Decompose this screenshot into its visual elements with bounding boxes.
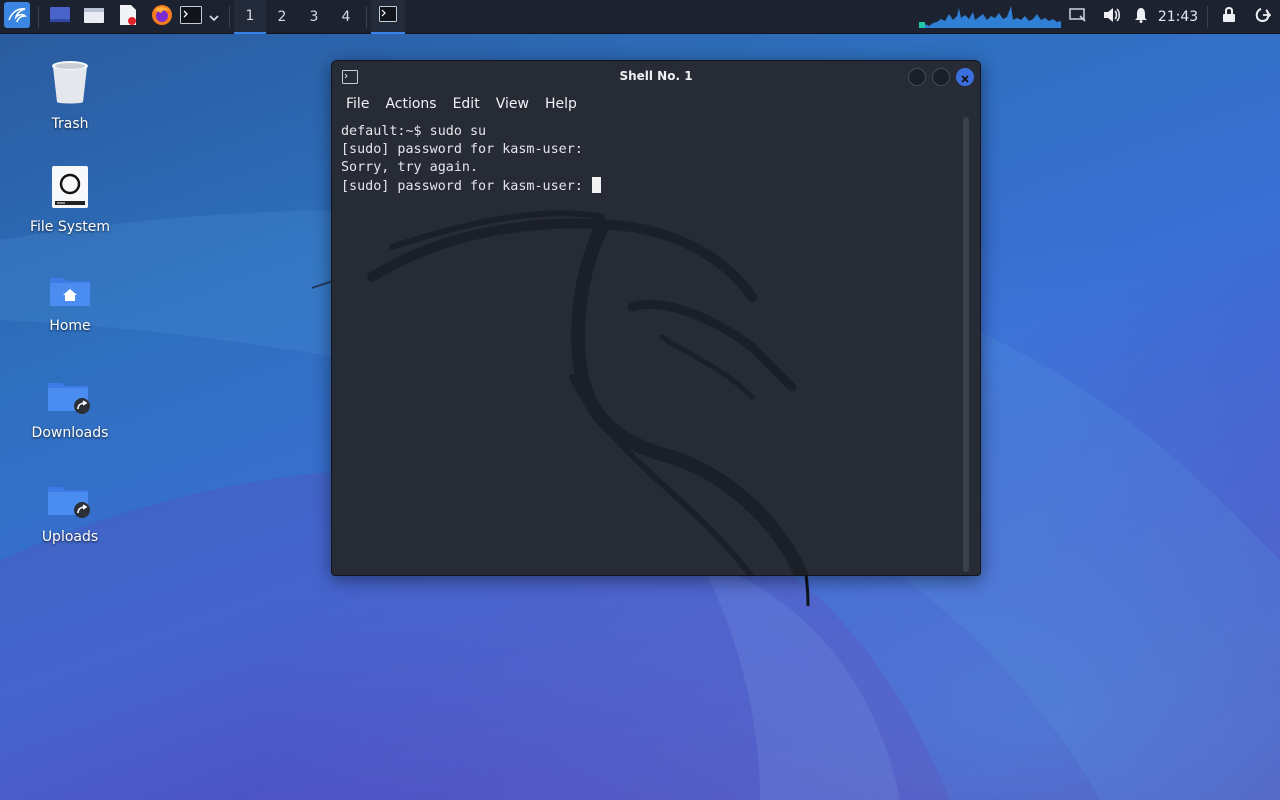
- maximize-button[interactable]: [932, 68, 950, 86]
- terminal-line: default:~$ sudo su: [341, 124, 487, 139]
- text-editor-button[interactable]: [111, 0, 145, 34]
- minimize-button[interactable]: [908, 68, 926, 86]
- file-manager-button[interactable]: [77, 0, 111, 34]
- workspace-2-button[interactable]: 2: [266, 0, 298, 34]
- folder-link-icon: [46, 377, 94, 419]
- desktop-icon-home[interactable]: Home: [20, 272, 120, 334]
- workspace-1-button[interactable]: 1: [234, 0, 266, 34]
- desktop-icon-label: Downloads: [31, 425, 109, 441]
- desktop-icon-label: Trash: [51, 116, 89, 132]
- workspace-3-button[interactable]: 3: [298, 0, 330, 34]
- running-terminal-task[interactable]: [371, 0, 405, 34]
- taskbar-separator: [366, 5, 367, 28]
- taskbar-separator: [229, 5, 230, 28]
- desktop-icon-label: Uploads: [41, 529, 99, 545]
- terminal-line: Sorry, try again.: [341, 160, 479, 175]
- window-title: Shell No. 1: [619, 69, 693, 83]
- volume-icon: [1103, 7, 1121, 27]
- trash-icon: [50, 60, 90, 110]
- lock-screen-button[interactable]: [1212, 0, 1246, 34]
- kali-dragon-icon: [4, 1, 30, 32]
- terminal-line: [sudo] password for kasm-user:: [341, 142, 583, 157]
- menu-view[interactable]: View: [488, 96, 537, 112]
- desktop-icon-label: Home: [49, 318, 91, 334]
- terminal-output[interactable]: default:~$ sudo su [sudo] password for k…: [341, 123, 601, 196]
- terminal-prompt-line: [sudo] password for kasm-user:: [341, 177, 601, 196]
- text-editor-icon: [118, 4, 138, 30]
- terminal-prompt-text: [sudo] password for kasm-user:: [341, 179, 591, 194]
- menu-actions[interactable]: Actions: [377, 96, 444, 112]
- menubar: File Actions Edit View Help: [332, 91, 980, 117]
- cpu-graph-icon: [919, 2, 1061, 32]
- close-icon: [961, 68, 969, 87]
- bell-icon: [1134, 7, 1148, 27]
- file-manager-icon: [83, 6, 105, 28]
- taskbar: 1 2 3 4 21:43: [0, 0, 1280, 34]
- app-menu-button[interactable]: [0, 0, 34, 34]
- lock-icon: [1222, 6, 1236, 27]
- scrollbar[interactable]: [963, 117, 969, 572]
- workspace-4-button[interactable]: 4: [330, 0, 362, 34]
- terminal-icon: [180, 5, 202, 28]
- clock[interactable]: 21:43: [1153, 0, 1203, 34]
- cpu-graph: [919, 0, 1061, 34]
- firefox-icon: [151, 4, 173, 30]
- desktop-icon-file-system[interactable]: File System: [20, 165, 120, 235]
- chevron-down-icon: [209, 7, 219, 26]
- network-icon: [1069, 7, 1087, 27]
- volume-button[interactable]: [1095, 0, 1129, 34]
- terminal-icon: [379, 5, 397, 26]
- logout-icon: [1255, 7, 1272, 27]
- text-cursor: [591, 177, 601, 193]
- clock-text: 21:43: [1157, 8, 1199, 25]
- show-desktop-icon: [49, 6, 71, 28]
- drive-icon: [51, 165, 89, 213]
- logout-button[interactable]: [1246, 0, 1280, 34]
- taskbar-separator: [1207, 5, 1208, 28]
- desktop-icon-downloads[interactable]: Downloads: [20, 377, 120, 441]
- menu-file[interactable]: File: [338, 96, 377, 112]
- terminal-launcher-button[interactable]: [179, 0, 203, 34]
- menu-help[interactable]: Help: [537, 96, 585, 112]
- desktop-icon-label: File System: [29, 219, 111, 235]
- menu-edit[interactable]: Edit: [445, 96, 488, 112]
- terminal-dropdown-button[interactable]: [203, 0, 225, 34]
- network-button[interactable]: [1061, 0, 1095, 34]
- home-folder-icon: [48, 272, 92, 312]
- browser-button[interactable]: [145, 0, 179, 34]
- notifications-button[interactable]: [1129, 0, 1153, 34]
- terminal-window: Shell No. 1 File Actions Edit View Help …: [331, 60, 981, 576]
- desktop-icon-uploads[interactable]: Uploads: [20, 481, 120, 545]
- desktop-icon-trash[interactable]: Trash: [20, 60, 120, 132]
- folder-link-icon: [46, 481, 94, 523]
- show-desktop-button[interactable]: [43, 0, 77, 34]
- close-button[interactable]: [956, 68, 974, 86]
- window-titlebar[interactable]: Shell No. 1: [332, 61, 980, 91]
- taskbar-separator: [38, 5, 39, 28]
